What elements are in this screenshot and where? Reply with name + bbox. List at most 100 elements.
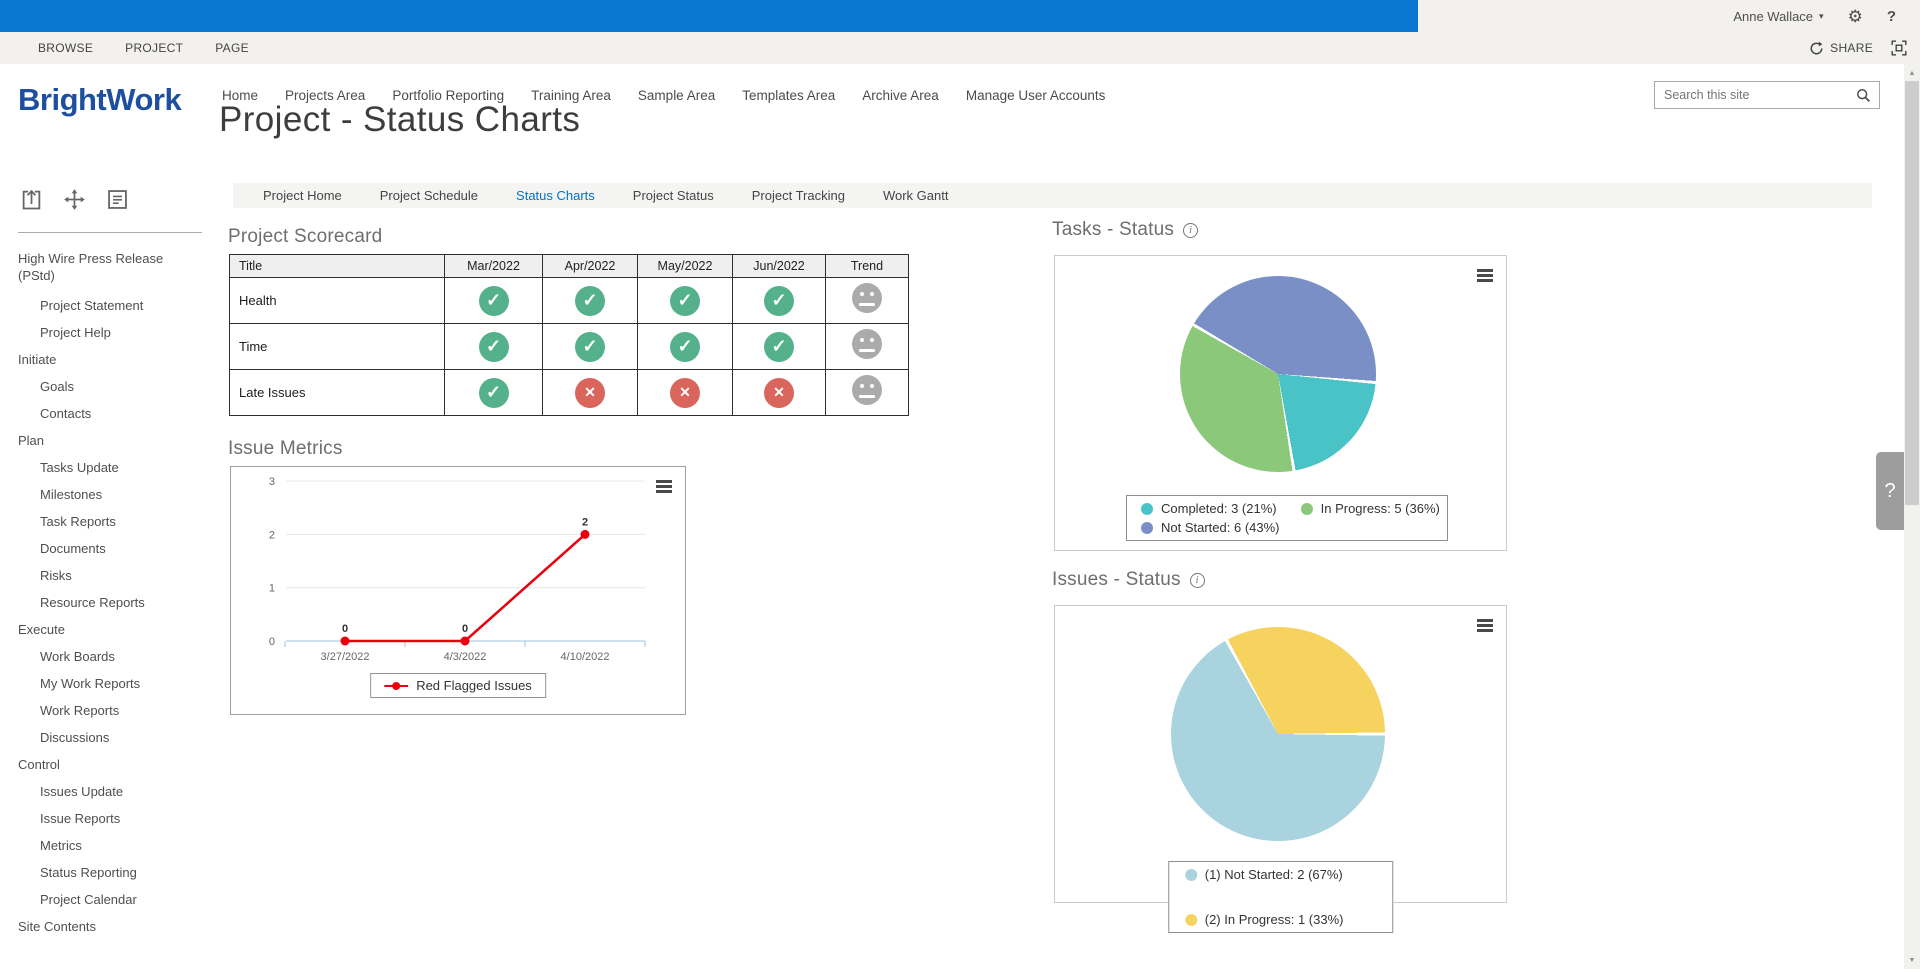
focus-mode-button[interactable] xyxy=(1891,40,1907,56)
sidebar-item-milestones[interactable]: Milestones xyxy=(18,486,190,503)
tab-project-status[interactable]: Project Status xyxy=(633,188,714,203)
sidebar-divider xyxy=(18,232,202,233)
sidebar-item-metrics[interactable]: Metrics xyxy=(18,837,190,854)
legend-item--1-not-started[interactable]: (1) Not Started: 2 (67%) xyxy=(1185,867,1343,882)
sidebar-item-issues-update[interactable]: Issues Update xyxy=(18,783,190,800)
column-header-mar-2022: Mar/2022 xyxy=(445,255,543,278)
legend-item-in-progress[interactable]: In Progress: 5 (36%) xyxy=(1301,501,1440,516)
tab-work-gantt[interactable]: Work Gantt xyxy=(883,188,949,203)
share-button[interactable]: SHARE xyxy=(1809,41,1873,56)
sidebar-item-goals[interactable]: Goals xyxy=(18,378,190,395)
suite-bar-brand-strip xyxy=(0,0,1418,32)
sidebar-item-project-help[interactable]: Project Help xyxy=(18,324,190,341)
info-icon[interactable]: i xyxy=(1183,223,1198,238)
user-menu[interactable]: Anne Wallace ▾ xyxy=(1733,9,1823,24)
sidebar-item-project-statement[interactable]: Project Statement xyxy=(18,297,190,314)
tab-status-charts[interactable]: Status Charts xyxy=(516,188,595,203)
chart-menu-icon[interactable] xyxy=(656,480,672,493)
tasks-status-pie[interactable] xyxy=(1180,276,1376,472)
check-status-icon: ✓ xyxy=(670,332,700,362)
top-nav-item-manage-user-accounts[interactable]: Manage User Accounts xyxy=(966,88,1106,103)
line-legend-item[interactable]: Red Flagged Issues xyxy=(370,673,546,698)
svg-text:2: 2 xyxy=(582,516,588,528)
scrollbar-thumb[interactable] xyxy=(1905,81,1919,505)
row-title: Health xyxy=(230,278,445,324)
tab-project-home[interactable]: Project Home xyxy=(263,188,342,203)
chart-menu-icon[interactable] xyxy=(1477,269,1493,282)
sidebar-item-control[interactable]: Control xyxy=(18,756,190,773)
brightwork-logo[interactable]: BrightWork xyxy=(18,82,181,118)
help-icon[interactable]: ? xyxy=(1887,8,1896,25)
legend-label: Completed: 3 (21%) xyxy=(1161,501,1277,516)
sidebar-item-documents[interactable]: Documents xyxy=(18,540,190,557)
section-tab-strip: Project Home Project Schedule Status Chart… xyxy=(233,183,1872,208)
table-row: Time✓✓✓✓ xyxy=(230,324,909,370)
legend-swatch xyxy=(1185,869,1197,881)
move-arrows-icon[interactable] xyxy=(61,186,88,218)
project-scorecard-table: TitleMar/2022Apr/2022May/2022Jun/2022Tre… xyxy=(229,254,909,416)
red-flagged-issues-marker xyxy=(384,681,408,691)
sidebar-item-initiate[interactable]: Initiate xyxy=(18,351,190,368)
edit-links-icon[interactable] xyxy=(104,186,131,218)
legend-item-completed[interactable]: Completed: 3 (21%) xyxy=(1141,501,1277,516)
legend-swatch xyxy=(1301,503,1313,515)
tasks-status-heading: Tasks - Statusi xyxy=(1052,219,1198,241)
row-title: Time xyxy=(230,324,445,370)
top-nav-item-sample-area[interactable]: Sample Area xyxy=(638,88,715,103)
chart-menu-icon[interactable] xyxy=(1477,619,1493,632)
tab-project-schedule[interactable]: Project Schedule xyxy=(380,188,478,203)
search-input[interactable] xyxy=(1655,88,1852,102)
sidebar-item-task-reports[interactable]: Task Reports xyxy=(18,513,190,530)
cross-status-icon: ✕ xyxy=(575,378,605,408)
svg-text:4/10/2022: 4/10/2022 xyxy=(561,651,610,663)
vertical-scrollbar[interactable]: ▲ ▼ xyxy=(1904,64,1920,969)
sidebar-item-discussions[interactable]: Discussions xyxy=(18,729,190,746)
sidebar-item-issue-reports[interactable]: Issue Reports xyxy=(18,810,190,827)
sidebar-item-status-reporting[interactable]: Status Reporting xyxy=(18,864,190,881)
sidebar-item-risks[interactable]: Risks xyxy=(18,567,190,584)
column-header-title: Title xyxy=(230,255,445,278)
ribbon-tab-page[interactable]: PAGE xyxy=(215,41,249,55)
search-icon xyxy=(1856,88,1871,103)
legend-item--2-in-progress[interactable]: (2) In Progress: 1 (33%) xyxy=(1185,912,1344,927)
search-button[interactable] xyxy=(1852,88,1879,103)
legend-swatch xyxy=(1141,503,1153,515)
suite-bar: Anne Wallace ▾ ⚙ ? xyxy=(0,0,1920,32)
sidebar-item-site-contents[interactable]: Site Contents xyxy=(18,918,190,935)
top-nav-item-archive-area[interactable]: Archive Area xyxy=(862,88,939,103)
export-icon[interactable] xyxy=(18,186,45,218)
sidebar-item-work-boards[interactable]: Work Boards xyxy=(18,648,190,665)
sidebar-item-my-work-reports[interactable]: My Work Reports xyxy=(18,675,190,692)
legend-item-not-started[interactable]: Not Started: 6 (43%) xyxy=(1141,520,1280,535)
sidebar-item-plan[interactable]: Plan xyxy=(18,432,190,449)
scroll-down-arrow-icon[interactable]: ▼ xyxy=(1904,952,1920,968)
info-icon[interactable]: i xyxy=(1190,573,1205,588)
check-status-icon: ✓ xyxy=(670,286,700,316)
column-header-apr-2022: Apr/2022 xyxy=(543,255,638,278)
tasks-status-chart-panel: Completed: 3 (21%) In Progress: 5 (36%) No… xyxy=(1054,255,1507,551)
sidebar-item-tasks-update[interactable]: Tasks Update xyxy=(18,459,190,476)
issue-metrics-heading: Issue Metrics xyxy=(228,438,343,460)
ribbon-tab-browse[interactable]: BROWSE xyxy=(38,41,93,55)
scroll-up-arrow-icon[interactable]: ▲ xyxy=(1904,65,1920,81)
top-nav-item-templates-area[interactable]: Templates Area xyxy=(742,88,835,103)
user-name: Anne Wallace xyxy=(1733,9,1813,24)
tab-project-tracking[interactable]: Project Tracking xyxy=(752,188,845,203)
scorecard-heading: Project Scorecard xyxy=(228,226,382,248)
settings-gear-icon[interactable]: ⚙ xyxy=(1848,8,1863,25)
sidebar-item-resource-reports[interactable]: Resource Reports xyxy=(18,594,190,611)
issues-status-pie[interactable] xyxy=(1171,627,1385,841)
focus-icon xyxy=(1891,40,1907,56)
svg-text:1: 1 xyxy=(269,583,275,595)
sidebar-item-execute[interactable]: Execute xyxy=(18,621,190,638)
sidebar-item-high-wire-press-release-pstd-[interactable]: High Wire Press Release (PStd) xyxy=(18,250,190,284)
svg-text:3: 3 xyxy=(269,476,275,488)
issues-status-heading: Issues - Statusi xyxy=(1052,569,1205,591)
sidebar-item-project-calendar[interactable]: Project Calendar xyxy=(18,891,190,908)
help-flyout-button[interactable]: ? xyxy=(1876,452,1904,530)
sidebar-item-work-reports[interactable]: Work Reports xyxy=(18,702,190,719)
check-status-icon: ✓ xyxy=(479,332,509,362)
check-status-icon: ✓ xyxy=(764,332,794,362)
sidebar-item-contacts[interactable]: Contacts xyxy=(18,405,190,422)
ribbon-tab-project[interactable]: PROJECT xyxy=(125,41,183,55)
